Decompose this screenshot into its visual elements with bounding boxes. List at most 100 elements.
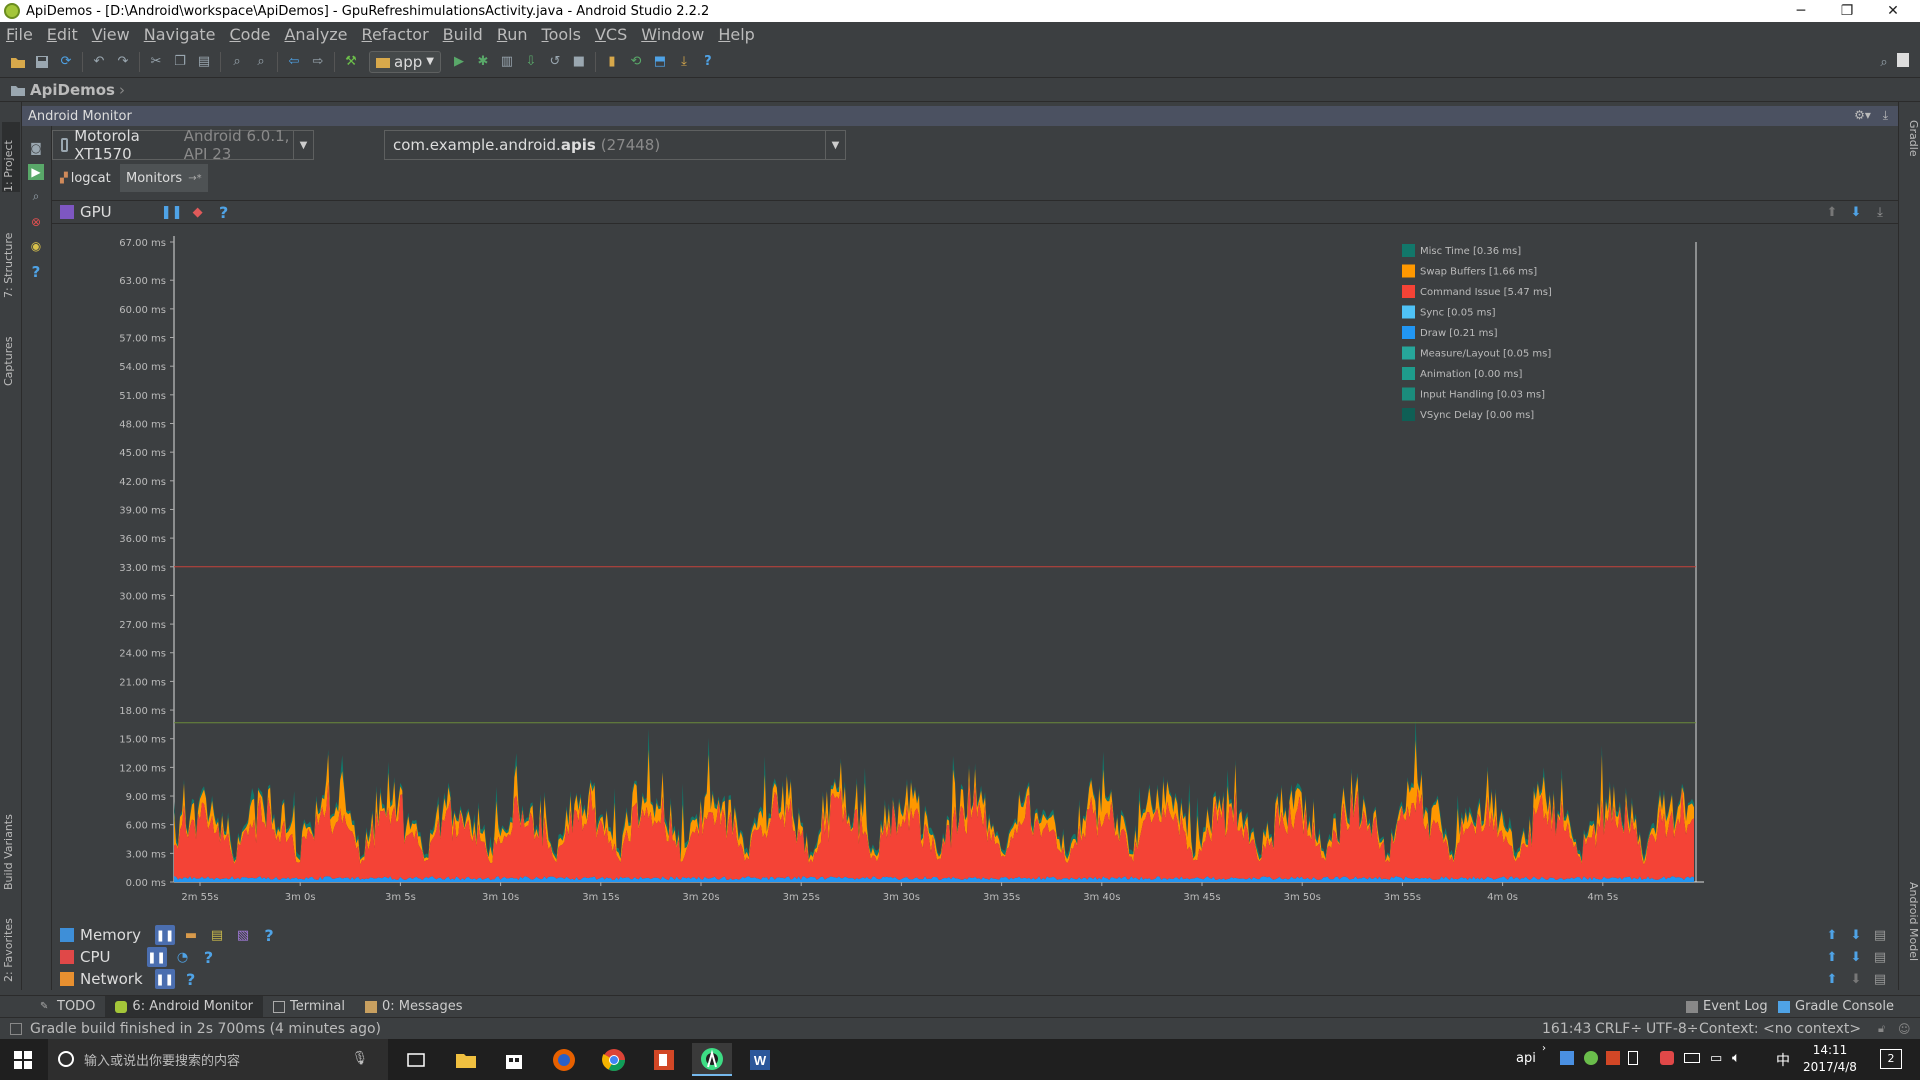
tray-bluetooth-icon[interactable] <box>1560 1051 1574 1065</box>
tray-wechat-icon[interactable] <box>1584 1051 1598 1065</box>
tab-todo[interactable]: ✎ TODO <box>30 996 105 1018</box>
minimize-panel-icon[interactable]: ⤓ <box>1870 205 1890 220</box>
notification-center-icon[interactable]: 2 <box>1880 1049 1902 1069</box>
help-icon[interactable]: ? <box>699 53 717 71</box>
dump-heap-icon[interactable]: ▤ <box>207 925 227 945</box>
android-studio-taskbar-icon[interactable] <box>692 1043 732 1076</box>
move-down-icon[interactable]: ⬇ <box>1846 950 1866 965</box>
firefox-icon[interactable] <box>544 1043 584 1076</box>
undo-icon[interactable]: ↶ <box>90 53 108 71</box>
move-up-icon[interactable]: ⬆ <box>1822 205 1842 220</box>
tray-battery-icon[interactable] <box>1684 1053 1700 1063</box>
stripe-android-model[interactable]: Android Model <box>1902 882 1920 982</box>
tab-event-log[interactable]: Event Log <box>1676 996 1778 1018</box>
move-down-icon[interactable]: ⬇ <box>1846 972 1866 987</box>
screen-record-icon[interactable]: ▶ <box>28 164 44 180</box>
context-indicator[interactable]: Context: <no context> <box>1699 1021 1861 1037</box>
menu-navigate[interactable]: Navigate <box>144 25 216 44</box>
menu-build[interactable]: Build <box>443 25 483 44</box>
sdk-manager-icon[interactable]: ⬒ <box>651 53 669 71</box>
move-up-icon[interactable]: ⬆ <box>1822 928 1842 943</box>
apply-changes-icon[interactable]: ↺ <box>546 53 564 71</box>
expand-panel-icon[interactable]: ▤ <box>1870 972 1890 987</box>
tray-app-text[interactable]: api <box>1516 1051 1536 1066</box>
open-folder-icon[interactable] <box>9 53 27 71</box>
stripe-favorites[interactable]: 2: Favorites <box>2 902 20 982</box>
redo-icon[interactable]: ↷ <box>114 53 132 71</box>
device-select[interactable]: Motorola XT1570 Android 6.0.1, API 23 ▼ <box>52 127 314 163</box>
menu-analyze[interactable]: Analyze <box>284 25 347 44</box>
stripe-project[interactable]: 1: Project <box>2 122 20 192</box>
gpu-profile-icon[interactable]: ◆ <box>188 202 208 222</box>
gradle-sync-icon[interactable]: ⟲ <box>627 53 645 71</box>
menu-window[interactable]: Window <box>641 25 704 44</box>
menu-vcs[interactable]: VCS <box>595 25 627 44</box>
tab-gradle-console[interactable]: Gradle Console <box>1768 996 1904 1018</box>
forward-icon[interactable]: ⇨ <box>309 53 327 71</box>
replace-icon[interactable]: ⌕ <box>252 53 270 71</box>
stripe-gradle[interactable]: Gradle <box>1902 120 1920 180</box>
help-icon[interactable]: ? <box>199 947 219 967</box>
system-info-icon[interactable]: ⌕ <box>28 188 44 204</box>
menu-code[interactable]: Code <box>230 25 271 44</box>
lock-icon[interactable]: 🔓︎ <box>1878 1022 1885 1036</box>
help-icon[interactable]: ? <box>214 202 234 222</box>
pause-icon[interactable]: ❚❚ <box>155 925 176 945</box>
help-icon[interactable]: ? <box>259 925 279 945</box>
android-device-monitor-icon[interactable]: ⤓ <box>675 53 693 71</box>
menu-view[interactable]: View <box>92 25 130 44</box>
debug-icon[interactable]: ✱ <box>474 53 492 71</box>
hector-icon[interactable]: ☺ <box>1898 1022 1911 1036</box>
taskbar-search-box[interactable]: 输入或说出你要搜索的内容 🎙︎ <box>48 1039 388 1080</box>
tray-clock[interactable]: 14:11 2017/4/8 <box>1798 1042 1862 1076</box>
tab-terminal[interactable]: Terminal <box>263 996 355 1018</box>
terminate-app-icon[interactable]: ⊗ <box>28 214 44 230</box>
file-encoding[interactable]: UTF-8÷ <box>1646 1021 1699 1037</box>
help-icon[interactable]: ? <box>28 263 44 281</box>
tab-android-monitor[interactable]: 6: Android Monitor <box>105 995 264 1018</box>
run-config-select[interactable]: app ▼ <box>369 50 441 73</box>
method-trace-icon[interactable]: ◔ <box>173 947 193 967</box>
tray-expand-icon[interactable]: › <box>1542 1043 1546 1054</box>
gc-icon[interactable]: ▬ <box>181 925 201 945</box>
expand-panel-icon[interactable]: ▤ <box>1870 950 1890 965</box>
back-icon[interactable]: ⇦ <box>285 53 303 71</box>
paste-icon[interactable]: ▤ <box>195 53 213 71</box>
tray-volume-icon[interactable]: 🔈︎ <box>1732 1050 1740 1066</box>
pause-icon[interactable]: ❚❚ <box>146 947 167 967</box>
menu-edit[interactable]: Edit <box>47 25 78 44</box>
coverage-icon[interactable]: ▥ <box>498 53 516 71</box>
menu-tools[interactable]: Tools <box>542 25 581 44</box>
breadcrumb-project[interactable]: ApiDemos <box>30 81 115 99</box>
tab-monitors[interactable]: Monitors →* <box>120 164 208 192</box>
make-project-icon[interactable]: ⚒ <box>342 53 360 71</box>
toggle-tool-windows-icon[interactable] <box>10 1022 22 1035</box>
sync-icon[interactable]: ⟳ <box>57 53 75 71</box>
microphone-icon[interactable]: 🎙︎ <box>351 1051 368 1066</box>
expand-panel-icon[interactable]: ▤ <box>1870 928 1890 943</box>
gear-icon[interactable]: ⚙▾ <box>1854 108 1871 122</box>
windows-start-icon[interactable] <box>14 1051 32 1069</box>
minimize-button[interactable]: ─ <box>1778 0 1824 22</box>
close-button[interactable]: ✕ <box>1870 0 1916 22</box>
menu-run[interactable]: Run <box>497 25 528 44</box>
attach-debugger-icon[interactable]: ⇩ <box>522 53 540 71</box>
chrome-icon[interactable] <box>594 1043 634 1076</box>
tab-logcat[interactable]: ▞ logcat <box>54 164 117 192</box>
menu-file[interactable]: File <box>6 25 33 44</box>
screenshot-icon[interactable]: ◙ <box>28 140 44 156</box>
stripe-structure[interactable]: 7: Structure <box>2 218 20 298</box>
search-everywhere-icon[interactable]: ⌕ <box>1875 53 1893 71</box>
stripe-captures[interactable]: Captures <box>2 316 20 386</box>
file-explorer-icon[interactable] <box>446 1043 486 1076</box>
tray-ime-indicator[interactable]: 中 <box>1776 1050 1790 1070</box>
run-icon[interactable]: ▶ <box>450 53 468 71</box>
caret-position[interactable]: 161:43 <box>1542 1021 1591 1037</box>
find-icon[interactable]: ⌕ <box>228 53 246 71</box>
process-select[interactable]: com.example.android. apis (27448) ▼ <box>384 130 846 160</box>
stop-icon[interactable]: ■ <box>570 53 588 71</box>
menu-refactor[interactable]: Refactor <box>362 25 429 44</box>
task-view-icon[interactable] <box>396 1043 436 1076</box>
tray-usb-icon[interactable] <box>1628 1051 1638 1065</box>
move-up-icon[interactable]: ⬆ <box>1822 950 1842 965</box>
